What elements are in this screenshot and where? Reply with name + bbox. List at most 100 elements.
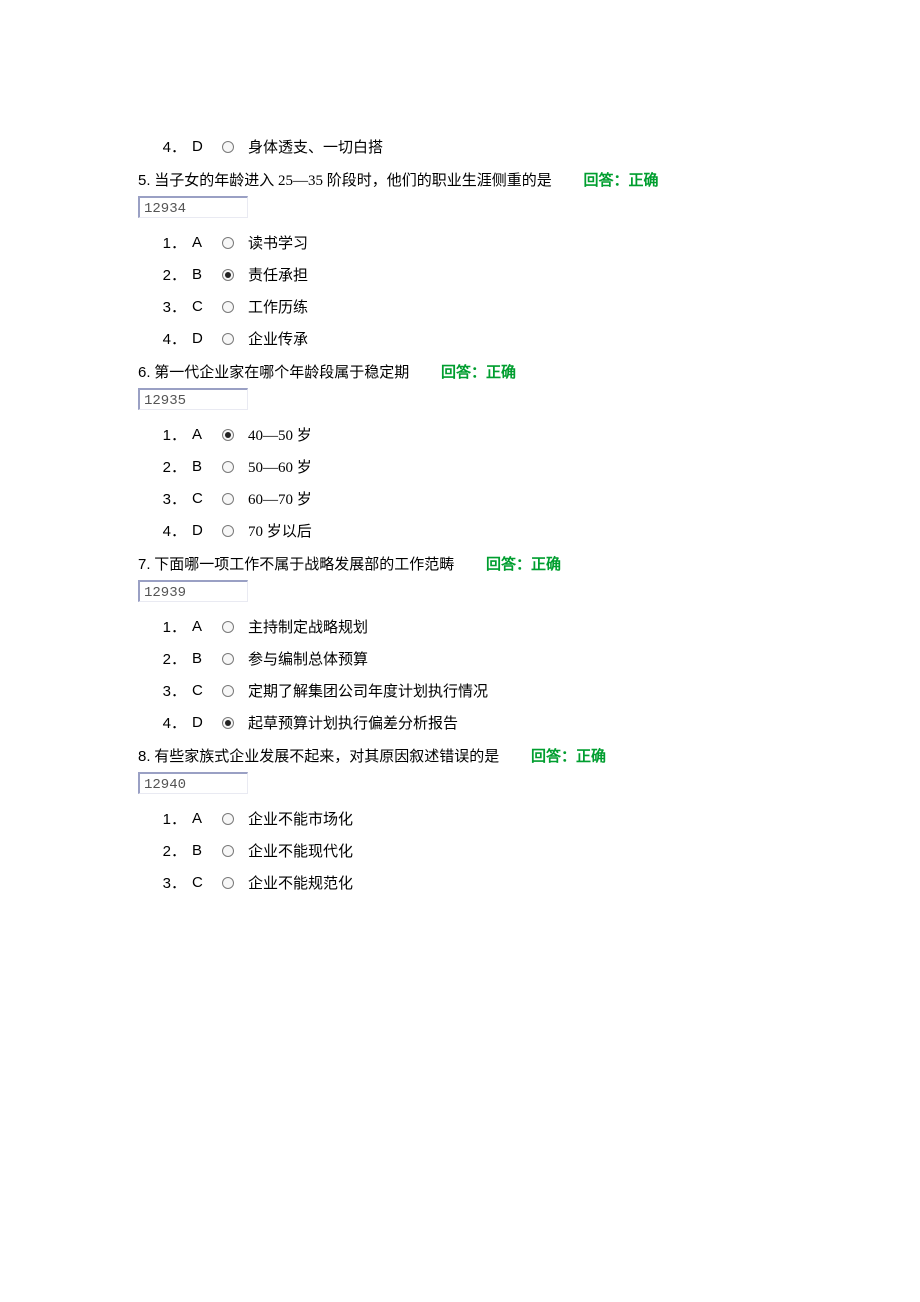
- option-number: 3．: [162, 680, 186, 701]
- option-row: 2． B 参与编制总体预算: [162, 648, 920, 669]
- option-row: 3． C 定期了解集团公司年度计划执行情况: [162, 680, 920, 701]
- question-id-field[interactable]: 12934: [138, 196, 248, 218]
- option-row: 2． B 企业不能现代化: [162, 840, 920, 861]
- option-row: 3． C 企业不能规范化: [162, 872, 920, 893]
- question-number: 8.: [138, 748, 151, 765]
- option-row: 4． D 企业传承: [162, 328, 920, 349]
- question-7: 7. 下面哪一项工作不属于战略发展部的工作范畴 回答：正确: [138, 553, 920, 574]
- option-text: 企业不能市场化: [248, 808, 353, 829]
- question-8: 8. 有些家族式企业发展不起来，对其原因叙述错误的是 回答：正确: [138, 745, 920, 766]
- option-text: 主持制定战略规划: [248, 616, 368, 637]
- option-letter: B: [186, 650, 220, 667]
- exam-page: 4． D 身体透支、一切白搭 5. 当子女的年龄进入 25—35 阶段时，他们的…: [0, 0, 920, 1302]
- option-number: 3．: [162, 488, 186, 509]
- radio-icon[interactable]: [222, 301, 234, 313]
- option-letter: A: [186, 426, 220, 443]
- radio-icon[interactable]: [222, 429, 234, 441]
- option-number: 4．: [162, 520, 186, 541]
- option-letter: D: [186, 522, 220, 539]
- option-text: 起草预算计划执行偏差分析报告: [248, 712, 458, 733]
- option-row: 2． B 责任承担: [162, 264, 920, 285]
- radio-icon[interactable]: [222, 685, 234, 697]
- radio-icon[interactable]: [222, 813, 234, 825]
- option-text: 企业不能现代化: [248, 840, 353, 861]
- option-letter: C: [186, 298, 220, 315]
- option-text: 工作历练: [248, 296, 308, 317]
- radio-icon[interactable]: [222, 237, 234, 249]
- option-letter: C: [186, 874, 220, 891]
- question-6: 6. 第一代企业家在哪个年龄段属于稳定期 回答：正确: [138, 361, 920, 382]
- option-text: 定期了解集团公司年度计划执行情况: [248, 680, 488, 701]
- option-letter: A: [186, 618, 220, 635]
- option-number: 1．: [162, 424, 186, 445]
- question-number: 7.: [138, 556, 151, 573]
- option-row: 2． B 50—60 岁: [162, 456, 920, 477]
- question-id-field[interactable]: 12940: [138, 772, 248, 794]
- option-number: 1．: [162, 232, 186, 253]
- option-number: 2．: [162, 648, 186, 669]
- option-text: 60—70 岁: [248, 488, 312, 509]
- option-letter: C: [186, 490, 220, 507]
- question-text: 有些家族式企业发展不起来，对其原因叙述错误的是: [154, 749, 499, 765]
- option-number: 2．: [162, 264, 186, 285]
- answer-feedback: 回答：正确: [441, 365, 516, 381]
- option-text: 企业不能规范化: [248, 872, 353, 893]
- option-number: 4．: [162, 712, 186, 733]
- option-letter: B: [186, 842, 220, 859]
- option-row: 3． C 60—70 岁: [162, 488, 920, 509]
- option-number: 1．: [162, 616, 186, 637]
- option-number: 3．: [162, 296, 186, 317]
- radio-icon[interactable]: [222, 653, 234, 665]
- radio-icon[interactable]: [222, 461, 234, 473]
- question-id-field[interactable]: 12939: [138, 580, 248, 602]
- option-row: 4． D 身体透支、一切白搭: [162, 136, 920, 157]
- option-row: 4． D 70 岁以后: [162, 520, 920, 541]
- option-row: 1． A 企业不能市场化: [162, 808, 920, 829]
- question-text: 第一代企业家在哪个年龄段属于稳定期: [154, 365, 409, 381]
- question-number: 5.: [138, 172, 151, 189]
- option-letter: C: [186, 682, 220, 699]
- question-number: 6.: [138, 364, 151, 381]
- option-letter: B: [186, 266, 220, 283]
- radio-icon[interactable]: [222, 333, 234, 345]
- radio-icon[interactable]: [222, 525, 234, 537]
- radio-icon[interactable]: [222, 141, 234, 153]
- option-row: 1． A 主持制定战略规划: [162, 616, 920, 637]
- radio-icon[interactable]: [222, 717, 234, 729]
- option-row: 1． A 40—50 岁: [162, 424, 920, 445]
- option-letter: D: [186, 330, 220, 347]
- question-text: 当子女的年龄进入 25—35 阶段时，他们的职业生涯侧重的是: [154, 173, 552, 189]
- option-row: 4． D 起草预算计划执行偏差分析报告: [162, 712, 920, 733]
- option-number: 2．: [162, 456, 186, 477]
- option-letter: B: [186, 458, 220, 475]
- answer-feedback: 回答：正确: [584, 173, 659, 189]
- option-letter: D: [186, 714, 220, 731]
- radio-icon[interactable]: [222, 845, 234, 857]
- option-number: 4．: [162, 136, 186, 157]
- option-number: 3．: [162, 872, 186, 893]
- option-text: 40—50 岁: [248, 424, 312, 445]
- radio-icon[interactable]: [222, 493, 234, 505]
- option-letter: A: [186, 810, 220, 827]
- option-letter: A: [186, 234, 220, 251]
- option-number: 1．: [162, 808, 186, 829]
- option-text: 责任承担: [248, 264, 308, 285]
- question-text: 下面哪一项工作不属于战略发展部的工作范畴: [154, 557, 454, 573]
- option-text: 身体透支、一切白搭: [248, 136, 383, 157]
- answer-feedback: 回答：正确: [531, 749, 606, 765]
- radio-icon[interactable]: [222, 877, 234, 889]
- radio-icon[interactable]: [222, 621, 234, 633]
- option-text: 50—60 岁: [248, 456, 312, 477]
- option-number: 2．: [162, 840, 186, 861]
- option-text: 参与编制总体预算: [248, 648, 368, 669]
- option-letter: D: [186, 138, 220, 155]
- option-row: 1． A 读书学习: [162, 232, 920, 253]
- option-text: 70 岁以后: [248, 520, 312, 541]
- option-row: 3． C 工作历练: [162, 296, 920, 317]
- option-text: 企业传承: [248, 328, 308, 349]
- radio-icon[interactable]: [222, 269, 234, 281]
- option-text: 读书学习: [248, 232, 308, 253]
- question-5: 5. 当子女的年龄进入 25—35 阶段时，他们的职业生涯侧重的是 回答：正确: [138, 169, 920, 190]
- answer-feedback: 回答：正确: [486, 557, 561, 573]
- question-id-field[interactable]: 12935: [138, 388, 248, 410]
